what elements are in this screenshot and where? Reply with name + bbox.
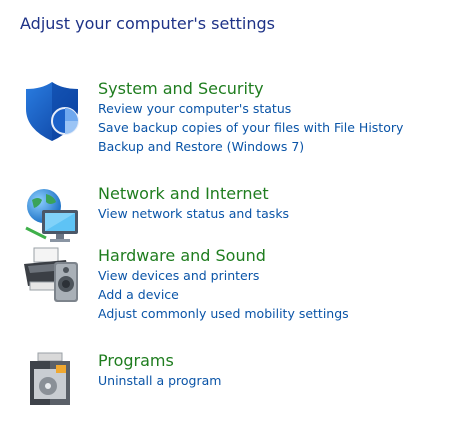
page-title: Adjust your computer's settings	[20, 14, 275, 33]
category-links: System and Security Review your computer…	[98, 79, 403, 156]
link-add-device[interactable]: Add a device	[98, 285, 349, 304]
link-uninstall-program[interactable]: Uninstall a program	[98, 371, 221, 390]
category-links: Programs Uninstall a program	[98, 351, 221, 390]
network-globe-icon[interactable]	[20, 184, 84, 248]
category-title-network-and-internet[interactable]: Network and Internet	[98, 184, 289, 204]
programs-box-icon[interactable]	[20, 351, 84, 415]
link-review-status[interactable]: Review your computer's status	[98, 99, 403, 118]
link-network-status[interactable]: View network status and tasks	[98, 204, 289, 223]
category-title-hardware-and-sound[interactable]: Hardware and Sound	[98, 246, 349, 266]
category-links: Network and Internet View network status…	[98, 184, 289, 223]
link-file-history[interactable]: Save backup copies of your files with Fi…	[98, 118, 403, 137]
link-mobility-settings[interactable]: Adjust commonly used mobility settings	[98, 304, 349, 323]
category-title-programs[interactable]: Programs	[98, 351, 221, 371]
printer-speaker-icon[interactable]	[20, 246, 84, 310]
link-backup-restore[interactable]: Backup and Restore (Windows 7)	[98, 137, 403, 156]
shield-icon[interactable]	[20, 79, 84, 143]
category-links: Hardware and Sound View devices and prin…	[98, 246, 349, 323]
category-title-system-and-security[interactable]: System and Security	[98, 79, 403, 99]
link-devices-printers[interactable]: View devices and printers	[98, 266, 349, 285]
